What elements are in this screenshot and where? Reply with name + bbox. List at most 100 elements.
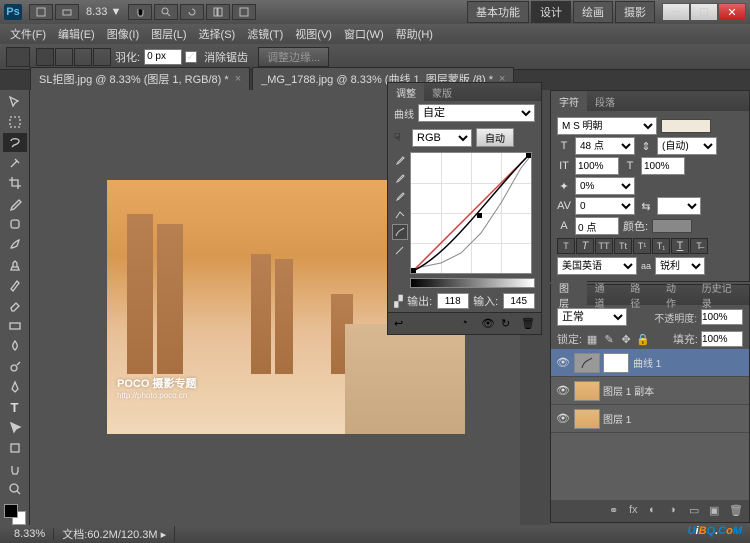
path-selection-tool[interactable] (3, 418, 27, 437)
close-button[interactable]: ✕ (718, 3, 746, 21)
menu-file[interactable]: 文件(F) (4, 24, 52, 44)
eyedropper-tool[interactable] (3, 194, 27, 213)
layer-fx-icon[interactable]: fx (629, 504, 643, 518)
delete-adj-icon[interactable]: 🗑 (521, 317, 535, 331)
hand-tool-icon[interactable] (128, 4, 152, 20)
menu-help[interactable]: 帮助(H) (390, 24, 439, 44)
tab-paragraph[interactable]: 段落 (587, 91, 623, 112)
close-tab-icon[interactable]: × (235, 73, 241, 85)
eraser-tool[interactable] (3, 296, 27, 315)
brush-tool[interactable] (3, 235, 27, 254)
font-family-select[interactable]: M S 明朝 (557, 117, 657, 135)
underline-button[interactable]: T (671, 238, 689, 254)
superscript-button[interactable]: T¹ (633, 238, 651, 254)
smallcaps-button[interactable]: Tt (614, 238, 632, 254)
white-eyedropper-icon[interactable] (392, 188, 408, 204)
zoom-level[interactable]: 8.33 ▼ (86, 6, 121, 18)
clone-stamp-tool[interactable] (3, 255, 27, 274)
layer-row[interactable]: 👁 图层 1 (551, 405, 749, 433)
layer-thumb[interactable] (574, 381, 600, 401)
language-select[interactable]: 美国英语 (557, 257, 637, 275)
layer-mask-thumb[interactable] (603, 353, 629, 373)
layer-name[interactable]: 曲线 1 (633, 355, 661, 370)
selection-mode-icons[interactable] (36, 48, 111, 66)
shape-tool[interactable] (3, 439, 27, 458)
tab-adjustments[interactable]: 调整 (388, 83, 424, 101)
maximize-button[interactable]: ☐ (690, 3, 718, 21)
layer-row[interactable]: 👁 曲线 1 (551, 349, 749, 377)
antialiasing-select[interactable]: 锐利 (655, 257, 705, 275)
workspace-photography[interactable]: 摄影 (615, 1, 655, 23)
lasso-tool[interactable] (3, 133, 27, 152)
type-tool[interactable]: T (3, 398, 27, 417)
marquee-tool[interactable] (3, 112, 27, 131)
return-icon[interactable]: ↩ (394, 317, 408, 331)
magic-wand-tool[interactable] (3, 153, 27, 172)
screen-mode-icon[interactable] (55, 4, 79, 20)
adjustment-thumb[interactable] (574, 353, 600, 373)
healing-brush-tool[interactable] (3, 214, 27, 233)
shift-input[interactable] (575, 217, 619, 235)
clip-icon[interactable]: ◔ (461, 317, 475, 331)
document-tab[interactable]: SL拒图.jpg @ 8.33% (图层 1, RGB/8) *× (30, 67, 250, 90)
menu-layer[interactable]: 图层(L) (145, 24, 192, 44)
fill-input[interactable] (701, 331, 743, 347)
arrange-docs-icon[interactable] (206, 4, 230, 20)
baseline-select[interactable]: 0% (575, 177, 635, 195)
crop-tool[interactable] (3, 174, 27, 193)
move-tool[interactable] (3, 92, 27, 111)
lock-transparent-icon[interactable]: ▦ (585, 332, 599, 346)
subscript-button[interactable]: T₁ (652, 238, 670, 254)
gradient-ramp[interactable] (410, 278, 535, 288)
tracking-select[interactable] (657, 197, 701, 215)
minimize-button[interactable]: ─ (662, 3, 690, 21)
status-doc[interactable]: 文档:60.2M/120.3M ▸ (54, 526, 175, 542)
menu-filter[interactable]: 滤镜(T) (241, 24, 289, 44)
curve-tool-icon[interactable] (392, 224, 408, 240)
visibility-icon[interactable]: 👁 (555, 412, 571, 425)
output-input[interactable] (437, 293, 469, 309)
curves-graph[interactable] (410, 152, 532, 274)
menu-image[interactable]: 图像(I) (101, 24, 145, 44)
layer-row[interactable]: 👁 图层 1 副本 (551, 377, 749, 405)
workspace-design[interactable]: 设计 (531, 1, 571, 23)
status-zoom[interactable]: 8.33% (6, 528, 54, 540)
bold-button[interactable]: T (557, 238, 575, 254)
rotate-view-icon[interactable] (180, 4, 204, 20)
new-layer-icon[interactable]: ▣ (709, 504, 723, 518)
current-tool-icon[interactable] (6, 47, 30, 67)
layer-name[interactable]: 图层 1 副本 (603, 383, 654, 398)
hand-tool[interactable] (3, 459, 27, 478)
kerning-select[interactable]: 0 (575, 197, 635, 215)
auto-button[interactable]: 自动 (476, 128, 514, 147)
workspace-painting[interactable]: 绘画 (573, 1, 613, 23)
allcaps-button[interactable]: TT (595, 238, 613, 254)
finger-icon[interactable]: ☟ (394, 131, 408, 144)
view-previous-icon[interactable]: 👁 (481, 317, 495, 331)
gray-eyedropper-icon[interactable] (392, 170, 408, 186)
visibility-icon[interactable]: 👁 (555, 384, 571, 397)
blur-tool[interactable] (3, 337, 27, 356)
text-color-swatch[interactable] (652, 219, 692, 233)
menu-edit[interactable]: 编辑(E) (52, 24, 101, 44)
histogram-icon[interactable]: ▞ (394, 295, 402, 308)
lock-position-icon[interactable]: ✥ (619, 332, 633, 346)
blend-mode-select[interactable]: 正常 (557, 308, 627, 326)
opacity-input[interactable] (701, 309, 743, 325)
zoom-tool-icon[interactable] (154, 4, 178, 20)
zoom-tool[interactable] (3, 479, 27, 498)
menu-view[interactable]: 视图(V) (289, 24, 338, 44)
tab-character[interactable]: 字符 (551, 91, 587, 112)
black-eyedropper-icon[interactable] (392, 152, 408, 168)
hscale-input[interactable] (641, 157, 685, 175)
extras-icon[interactable] (232, 4, 256, 20)
group-icon[interactable]: ▭ (689, 504, 703, 518)
vscale-input[interactable] (575, 157, 619, 175)
strike-button[interactable]: T̶ (690, 238, 708, 254)
menu-window[interactable]: 窗口(W) (338, 24, 390, 44)
layer-name[interactable]: 图层 1 (603, 411, 631, 426)
layout-toggle-icon[interactable] (29, 4, 53, 20)
refine-edge-button[interactable]: 调整边缘... (258, 47, 329, 67)
antialias-checkbox[interactable]: ✓ (185, 51, 197, 63)
lock-pixels-icon[interactable]: ✎ (602, 332, 616, 346)
